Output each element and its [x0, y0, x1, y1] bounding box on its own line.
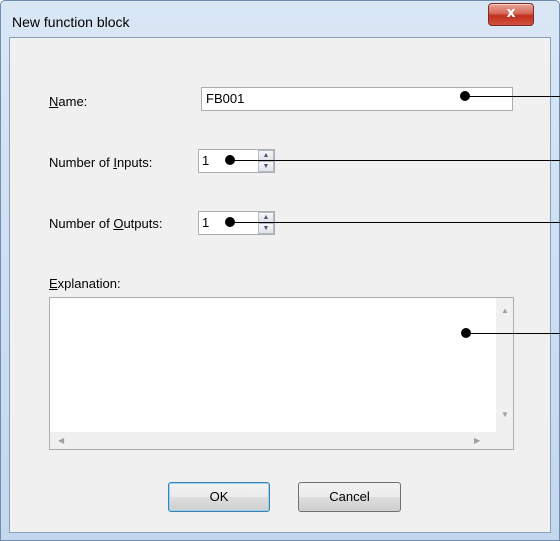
scroll-right-arrow-icon[interactable]: ▶: [474, 436, 480, 445]
callout-dot: [461, 328, 471, 338]
callout-line: [231, 222, 560, 223]
inputs-value: 1: [202, 153, 210, 168]
scrollbar-corner: [496, 432, 513, 449]
callout-dot: [225, 217, 235, 227]
dialog-window: New function block x Name: FB001 Number …: [0, 0, 560, 541]
inputs-label: Number of Inputs:: [49, 155, 153, 170]
explanation-textarea[interactable]: ▲ ▼ ◀ ▶: [49, 297, 514, 450]
title-bar[interactable]: New function block x: [1, 1, 559, 37]
scroll-down-arrow-icon[interactable]: ▼: [501, 410, 509, 419]
close-button[interactable]: x: [488, 3, 534, 26]
dialog-client-area: Name: FB001 Number of Inputs: 1 ▲ ▼ Numb…: [9, 37, 551, 533]
callout-dot: [225, 155, 235, 165]
close-icon: x: [506, 5, 516, 21]
scroll-left-arrow-icon[interactable]: ◀: [58, 436, 64, 445]
callout-line: [467, 333, 560, 334]
inputs-spin-buttons: ▲ ▼: [258, 150, 274, 172]
window-title: New function block: [12, 14, 130, 30]
cancel-button[interactable]: Cancel: [298, 482, 401, 512]
callout-line: [466, 96, 560, 97]
spin-down-icon[interactable]: ▼: [258, 223, 274, 234]
vertical-scrollbar[interactable]: ▲ ▼: [496, 298, 513, 432]
explanation-label: Explanation:: [49, 276, 121, 291]
spin-down-icon[interactable]: ▼: [258, 161, 274, 172]
outputs-value: 1: [202, 215, 210, 230]
outputs-spin-buttons: ▲ ▼: [258, 212, 274, 234]
scroll-up-arrow-icon[interactable]: ▲: [501, 306, 509, 315]
callout-line: [231, 160, 560, 161]
outputs-label: Number of Outputs:: [49, 216, 163, 231]
horizontal-scrollbar[interactable]: ◀ ▶: [50, 432, 496, 449]
outputs-spinner[interactable]: 1 ▲ ▼: [198, 211, 275, 235]
ok-button[interactable]: OK: [168, 482, 270, 512]
name-label: Name:: [49, 94, 88, 109]
callout-dot: [460, 91, 470, 101]
inputs-spinner[interactable]: 1 ▲ ▼: [198, 149, 275, 173]
